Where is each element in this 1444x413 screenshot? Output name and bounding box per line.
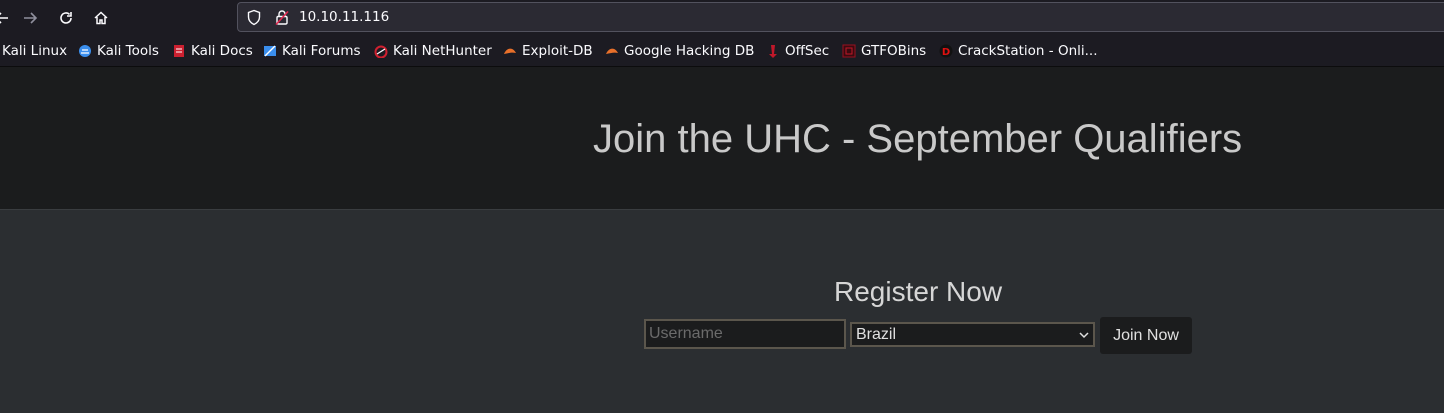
- bookmark-label: Kali NetHunter: [393, 43, 492, 59]
- kali-tools-icon: [79, 45, 91, 57]
- back-arrow-icon: [0, 12, 8, 24]
- bookmark-google-hacking-db[interactable]: Google Hacking DB: [605, 42, 754, 60]
- browser-toolbar: 10.10.11.116: [0, 0, 1444, 36]
- bookmark-crackstation[interactable]: D CrackStation - Onli...: [939, 42, 1098, 60]
- bookmark-kali-forums[interactable]: Kali Forums: [263, 42, 361, 60]
- hero-banner: Join the UHC - September Qualifiers: [0, 67, 1444, 210]
- bookmark-label: Exploit-DB: [522, 43, 593, 59]
- bookmark-label: Google Hacking DB: [624, 43, 755, 59]
- register-heading: Register Now: [834, 276, 1003, 307]
- bookmark-kali-docs[interactable]: Kali Docs: [172, 42, 253, 60]
- shield-icon[interactable]: [246, 9, 262, 30]
- home-button[interactable]: [89, 6, 113, 30]
- ghdb-icon: [606, 48, 618, 54]
- bookmark-kali-tools[interactable]: Kali Tools: [78, 42, 159, 60]
- bookmark-label: Kali Docs: [191, 43, 253, 59]
- exploit-db-icon: [504, 48, 516, 54]
- bookmark-offsec[interactable]: OffSec: [766, 42, 829, 60]
- gtfobins-icon: [842, 44, 856, 58]
- url-text[interactable]: 10.10.11.116: [299, 9, 389, 25]
- forward-arrow-icon: [24, 12, 38, 24]
- bookmarks-toolbar: Kali Linux Kali Tools Kali Docs Kali For…: [0, 36, 1444, 67]
- insecure-lock-icon[interactable]: [274, 9, 290, 30]
- bookmark-label: Kali Linux: [2, 43, 68, 59]
- bookmark-gtfobins[interactable]: GTFOBins: [842, 42, 926, 60]
- kali-nethunter-icon: [374, 45, 388, 58]
- username-input[interactable]: [644, 319, 846, 349]
- kali-docs-icon: [174, 45, 184, 57]
- chevron-down-icon: [1079, 331, 1089, 338]
- country-select[interactable]: Brazil: [850, 322, 1095, 347]
- page-title: Join the UHC - September Qualifiers: [593, 117, 1243, 161]
- reload-icon: [60, 12, 72, 24]
- bookmark-exploit-db[interactable]: Exploit-DB: [503, 42, 593, 60]
- svg-text:D: D: [942, 47, 950, 58]
- bookmark-label: GTFOBins: [861, 43, 927, 59]
- address-bar[interactable]: 10.10.11.116: [237, 2, 1444, 32]
- bookmark-label: Kali Forums: [282, 43, 361, 59]
- home-icon: [94, 11, 108, 25]
- bookmark-label: OffSec: [785, 43, 830, 59]
- bookmark-label: CrackStation - Onli...: [958, 43, 1098, 59]
- join-now-button[interactable]: Join Now: [1100, 317, 1192, 354]
- bookmark-kali-linux[interactable]: Kali Linux: [2, 42, 67, 60]
- offsec-icon: [769, 45, 777, 58]
- country-selected-value: Brazil: [856, 325, 897, 343]
- back-button[interactable]: [0, 6, 14, 30]
- reload-button[interactable]: [54, 6, 78, 30]
- bookmark-kali-nethunter[interactable]: Kali NetHunter: [374, 42, 492, 60]
- kali-forums-icon: [264, 45, 276, 57]
- bookmark-label: Kali Tools: [97, 43, 159, 59]
- crackstation-icon: D: [939, 44, 953, 58]
- forward-button[interactable]: [18, 6, 42, 30]
